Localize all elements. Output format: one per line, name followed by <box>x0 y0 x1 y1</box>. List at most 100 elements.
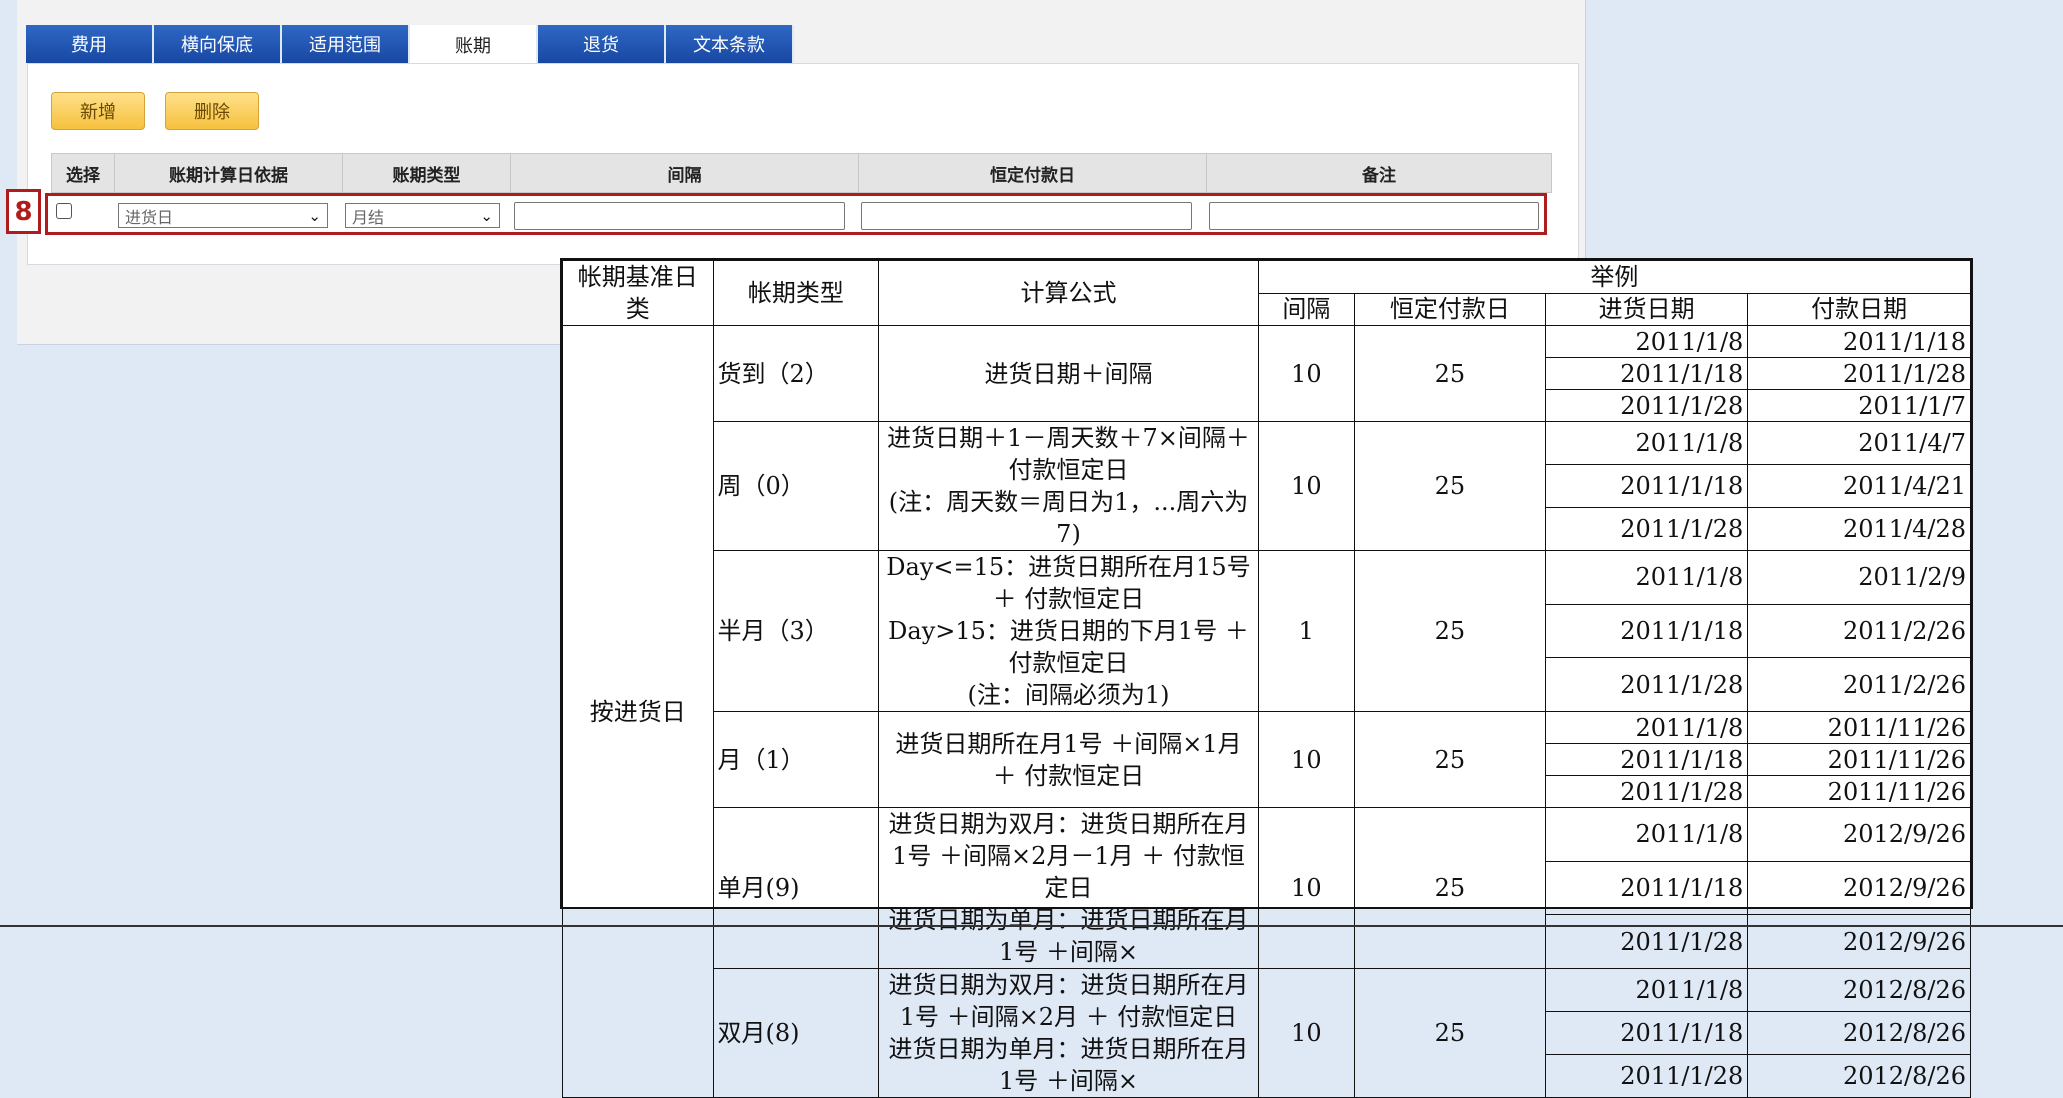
tab-returns[interactable]: 退货 <box>538 25 666 63</box>
term-type-cell: 月（1） <box>712 711 880 808</box>
header-basis: 账期计算日依据 <box>115 154 343 192</box>
row-select-checkbox[interactable] <box>56 203 72 219</box>
delete-button[interactable]: 删除 <box>165 92 259 130</box>
pay-date-cell: 2011/11/26 <box>1747 711 1971 744</box>
pay-date-cell: 2012/9/26 <box>1747 914 1971 969</box>
purchase-date-cell: 2011/1/8 <box>1544 711 1749 744</box>
pay-date-cell: 2011/11/26 <box>1747 743 1971 776</box>
purchase-date-cell: 2011/1/18 <box>1544 357 1749 390</box>
term-type-cell: 货到（2） <box>712 325 880 422</box>
basis-select[interactable]: 进货日 ⌄ <box>118 203 328 228</box>
purchase-date-cell: 2011/1/8 <box>1544 807 1749 862</box>
example-row: 按进货日 货到（2） 进货日期＋间隔 10 25 2011/1/8 2011/1/18 <box>562 325 1971 1098</box>
fixed-day-cell: 25 <box>1353 807 1546 969</box>
header-term-type: 帐期类型 <box>712 260 880 326</box>
payment-term-example-table: 帐期基准日类 帐期类型 计算公式 举例 间隔 恒定付款日 进货日期 付款日期 按… <box>560 258 1973 1098</box>
pay-date-cell: 2011/4/21 <box>1747 464 1971 508</box>
divider <box>0 925 2063 927</box>
purchase-date-cell: 2011/1/28 <box>1544 389 1749 422</box>
formula-cell: 进货日期＋1－周天数＋7×间隔＋付款恒定日 (注：周天数＝周日为1，...周六为… <box>878 421 1259 551</box>
remark-input[interactable] <box>1209 202 1539 230</box>
pay-date-cell: 2011/11/26 <box>1747 775 1971 808</box>
type-select-value: 月结 <box>352 207 385 227</box>
purchase-date-cell: 2011/1/18 <box>1544 743 1749 776</box>
formula-cell: 进货日期所在月1号 ＋间隔×1月 ＋ 付款恒定日 <box>878 711 1259 808</box>
term-type-cell: 单月(9) <box>712 807 880 969</box>
formula-cell: Day<=15：进货日期所在月15号 ＋ 付款恒定日 Day>15：进货日期的下… <box>878 550 1259 712</box>
example-row: 单月(9) 进货日期为双月：进货日期所在月1号 ＋间隔×2月－1月 ＋ 付款恒定日… <box>563 807 1971 969</box>
example-row: 周（0） 进货日期＋1－周天数＋7×间隔＋付款恒定日 (注：周天数＝周日为1，..… <box>563 421 1971 551</box>
example-row: 月（1） 进货日期所在月1号 ＋间隔×1月 ＋ 付款恒定日 10 25 2011/1/8… <box>563 711 1971 808</box>
purchase-date-cell: 2011/1/18 <box>1544 860 1749 916</box>
formula-cell: 进货日期＋间隔 <box>878 325 1259 422</box>
tab-fees[interactable]: 费用 <box>26 25 154 63</box>
interval-cell: 10 <box>1257 711 1355 808</box>
pay-date-cell: 2011/1/28 <box>1747 357 1971 390</box>
header-type: 账期类型 <box>343 154 511 192</box>
pay-date-cell: 2011/2/26 <box>1747 603 1971 659</box>
term-type-cell: 双月(8) <box>712 968 880 1098</box>
tab-horizontal-guarantee[interactable]: 横向保底 <box>154 25 282 63</box>
formula-cell: 进货日期为双月：进货日期所在月1号 ＋间隔×2月－1月 ＋ 付款恒定日 进货日期… <box>878 807 1259 969</box>
pay-date-cell: 2011/1/18 <box>1747 325 1971 358</box>
term-type-cell: 半月（3） <box>712 550 880 712</box>
interval-cell: 10 <box>1257 968 1355 1098</box>
basis-select-value: 进货日 <box>125 207 174 227</box>
fixed-day-cell: 25 <box>1353 550 1546 712</box>
interval-input[interactable] <box>514 202 845 230</box>
purchase-date-cell: 2011/1/28 <box>1544 914 1749 969</box>
purchase-date-cell: 2011/1/28 <box>1544 507 1749 551</box>
grid-header: 选择 账期计算日依据 账期类型 间隔 恒定付款日 备注 <box>51 153 1552 193</box>
header-interval: 间隔 <box>511 154 859 192</box>
basis-cell: 按进货日 <box>562 325 714 1098</box>
pay-date-cell: 2011/2/26 <box>1747 657 1971 712</box>
tab-bar: 费用 横向保底 适用范围 账期 退货 文本条款 <box>26 25 794 64</box>
purchase-date-cell: 2011/1/8 <box>1544 325 1749 358</box>
interval-cell: 10 <box>1257 421 1355 551</box>
purchase-date-cell: 2011/1/8 <box>1544 421 1749 465</box>
purchase-date-cell: 2011/1/18 <box>1544 603 1749 659</box>
fixed-day-cell: 25 <box>1353 325 1546 422</box>
interval-cell: 1 <box>1257 550 1355 712</box>
chevron-down-icon: ⌄ <box>308 207 321 225</box>
pay-date-cell: 2011/4/28 <box>1747 507 1971 551</box>
header-formula: 计算公式 <box>878 260 1259 326</box>
interval-cell: 10 <box>1257 325 1355 422</box>
purchase-date-cell: 2011/1/8 <box>1544 550 1749 605</box>
tab-payment-terms[interactable]: 账期 <box>410 25 538 64</box>
header-interval: 间隔 <box>1257 292 1355 326</box>
type-select[interactable]: 月结 ⌄ <box>345 203 500 228</box>
tab-scope[interactable]: 适用范围 <box>282 25 410 63</box>
purchase-date-cell: 2011/1/8 <box>1544 968 1749 1012</box>
header-example: 举例 <box>1257 260 1972 294</box>
pay-date-cell: 2012/9/26 <box>1747 860 1971 916</box>
purchase-date-cell: 2011/1/18 <box>1544 1011 1749 1055</box>
pay-date-cell: 2011/1/7 <box>1747 389 1971 422</box>
example-row: 双月(8) 进货日期为双月：进货日期所在月1号 ＋间隔×2月 ＋ 付款恒定日 进货… <box>563 968 1971 1098</box>
chevron-down-icon: ⌄ <box>480 207 493 225</box>
fixed-day-cell: 25 <box>1353 968 1546 1098</box>
purchase-date-cell: 2011/1/28 <box>1544 1054 1749 1098</box>
purchase-date-cell: 2011/1/28 <box>1544 657 1749 712</box>
tab-text-clauses[interactable]: 文本条款 <box>666 25 794 63</box>
fixed-day-cell: 25 <box>1353 421 1546 551</box>
pay-date-cell: 2012/8/26 <box>1747 968 1971 1012</box>
header-pay-date: 付款日期 <box>1747 292 1971 326</box>
pay-date-cell: 2011/4/7 <box>1747 421 1971 465</box>
pay-date-cell: 2012/8/26 <box>1747 1011 1971 1055</box>
header-remark: 备注 <box>1362 165 1396 186</box>
header-purchase-date: 进货日期 <box>1544 292 1749 326</box>
header-basis-type: 帐期基准日类 <box>562 260 714 326</box>
add-button[interactable]: 新增 <box>51 92 145 130</box>
header-fixed-day: 恒定付款日 <box>859 154 1207 192</box>
example-row: 半月（3） Day<=15：进货日期所在月15号 ＋ 付款恒定日 Day>15：进… <box>563 550 1971 712</box>
purchase-date-cell: 2011/1/28 <box>1544 775 1749 808</box>
pay-date-cell: 2012/8/26 <box>1747 1054 1971 1098</box>
header-select: 选择 <box>52 154 115 192</box>
interval-cell: 10 <box>1257 807 1355 969</box>
header-fixed-day: 恒定付款日 <box>1353 292 1546 326</box>
pay-date-cell: 2011/2/9 <box>1747 550 1971 605</box>
term-type-cell: 周（0） <box>712 421 880 551</box>
purchase-date-cell: 2011/1/18 <box>1544 464 1749 508</box>
fixed-day-input[interactable] <box>861 202 1192 230</box>
